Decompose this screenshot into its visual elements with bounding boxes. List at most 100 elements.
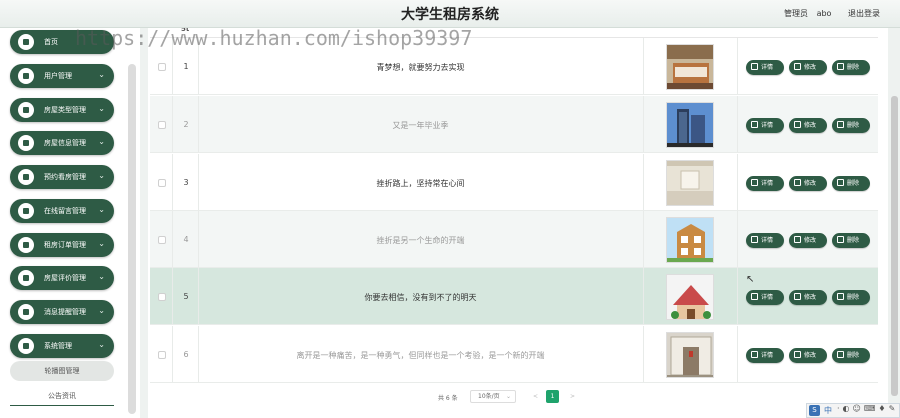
prev-page-button[interactable]: < — [529, 390, 542, 403]
ime-toolbar[interactable]: S 中 ·◐☺⌨♦✎ — [806, 403, 900, 418]
table-row[interactable]: 3 挫折路上，坚持常在心间 详情 修改 删除 — [150, 154, 878, 211]
table-row[interactable]: 6 离开是一种痛苦，是一种勇气，但同样也是一个考验，是一个新的开端 详情 修改 删除 — [150, 326, 878, 383]
delete-label: 删除 — [847, 294, 860, 301]
mouse-cursor-icon: ↖ — [746, 274, 755, 285]
delete-label: 删除 — [847, 237, 860, 244]
row-checkbox[interactable] — [158, 236, 166, 244]
column-divider — [643, 326, 644, 382]
row-title: 挫折是另一个生命的开端 — [376, 236, 465, 245]
delete-button[interactable]: 删除 — [832, 348, 870, 363]
sidebar-item-5[interactable]: 在线留言管理 ⌄ — [10, 199, 114, 223]
delete-button[interactable]: 删除 — [832, 176, 870, 191]
row-checkbox[interactable] — [158, 121, 166, 129]
delete-button[interactable]: 删除 — [832, 233, 870, 248]
edit-label: 修改 — [804, 180, 817, 187]
edit-button[interactable]: 修改 — [789, 118, 827, 133]
home-icon — [18, 34, 34, 50]
sidebar-item-1[interactable]: 用户管理 ⌄ — [10, 64, 114, 88]
row-checkbox[interactable] — [158, 293, 166, 301]
edit-button[interactable]: 修改 — [789, 290, 827, 305]
sidebar-item-3[interactable]: 房屋信息管理 ⌄ — [10, 131, 114, 155]
document-icon — [751, 121, 758, 128]
trash-icon — [837, 236, 844, 243]
row-index: 3 — [183, 178, 189, 187]
detail-button[interactable]: 详情 — [746, 118, 784, 133]
detail-button[interactable]: 详情 — [746, 60, 784, 75]
column-divider — [737, 211, 738, 267]
delete-button[interactable]: 删除 — [832, 60, 870, 75]
house-icon — [18, 135, 34, 151]
logout-link[interactable]: 退出登录 — [848, 9, 880, 18]
row-thumbnail — [666, 274, 714, 320]
ime-tool-icons[interactable]: ·◐☺⌨♦✎ — [837, 404, 898, 413]
sidebar-item-label: 租房订单管理 — [44, 241, 86, 249]
edit-label: 修改 — [804, 237, 817, 244]
column-divider — [172, 96, 173, 152]
sidebar-scrollbar[interactable] — [128, 64, 136, 414]
sidebar-item-7[interactable]: 房屋评价管理 ⌄ — [10, 266, 114, 290]
current-page-button[interactable]: 1 — [546, 390, 559, 403]
row-index: 1 — [183, 62, 189, 71]
column-divider — [737, 326, 738, 382]
main-content: 5t 1 青梦想，就要努力去实现 详情 修改 删除 2 又是一年毕业季 详情 修改 删除 3 挫折路上… — [148, 28, 898, 418]
page-size-select[interactable]: 10条/页 ⌄ — [470, 390, 516, 403]
edit-button[interactable]: 修改 — [789, 233, 827, 248]
message-icon — [18, 203, 34, 219]
row-checkbox[interactable] — [158, 63, 166, 71]
detail-label: 详情 — [761, 64, 774, 71]
row-thumbnail — [666, 44, 714, 90]
chevron-down-icon: ⌄ — [98, 340, 105, 349]
column-divider — [643, 154, 644, 210]
delete-label: 删除 — [847, 180, 860, 187]
sidebar-item-6[interactable]: 租房订单管理 ⌄ — [10, 233, 114, 257]
detail-button[interactable]: 详情 — [746, 290, 784, 305]
sidebar-item-label: 预约看房管理 — [44, 173, 86, 181]
next-page-button[interactable]: > — [566, 390, 579, 403]
detail-button[interactable]: 详情 — [746, 176, 784, 191]
pencil-icon — [794, 179, 801, 186]
chevron-down-icon: ⌄ — [98, 104, 105, 113]
document-icon — [751, 351, 758, 358]
edit-button[interactable]: 修改 — [789, 60, 827, 75]
sidebar-subitem-0[interactable]: 轮播图管理 — [10, 361, 114, 381]
table-row[interactable]: 1 青梦想，就要努力去实现 详情 修改 删除 — [150, 38, 878, 95]
sidebar-item-0[interactable]: 首页 — [10, 30, 114, 54]
row-index: 6 — [183, 350, 189, 359]
detail-label: 详情 — [761, 122, 774, 129]
chevron-down-icon: ⌄ — [98, 239, 105, 248]
sidebar-item-2[interactable]: 房屋类型管理 ⌄ — [10, 98, 114, 122]
table-row[interactable]: 2 又是一年毕业季 详情 修改 删除 — [150, 96, 878, 153]
sidebar-item-9[interactable]: 系统管理 ⌄ — [10, 334, 114, 358]
table-header: 5t — [150, 28, 878, 38]
row-checkbox[interactable] — [158, 351, 166, 359]
row-checkbox[interactable] — [158, 179, 166, 187]
pencil-icon — [794, 63, 801, 70]
sidebar-subitem-1[interactable]: 公告资讯 — [10, 386, 114, 406]
column-divider — [172, 211, 173, 267]
delete-button[interactable]: 删除 — [832, 118, 870, 133]
edit-button[interactable]: 修改 — [789, 176, 827, 191]
column-divider — [172, 38, 173, 94]
delete-label: 删除 — [847, 122, 860, 129]
sidebar-item-8[interactable]: 消息提醒管理 ⌄ — [10, 300, 114, 324]
column-divider — [737, 268, 738, 324]
table-row[interactable]: 5 你要去相信，没有到不了的明天 详情 修改 删除 — [150, 268, 878, 325]
chevron-down-icon: ⌄ — [98, 171, 105, 180]
detail-button[interactable]: 详情 — [746, 348, 784, 363]
ime-language[interactable]: 中 — [824, 405, 832, 416]
delete-button[interactable]: 删除 — [832, 290, 870, 305]
sidebar-item-4[interactable]: 预约看房管理 ⌄ — [10, 165, 114, 189]
main-scrollbar[interactable] — [891, 96, 898, 396]
edit-button[interactable]: 修改 — [789, 348, 827, 363]
row-index: 2 — [183, 120, 189, 129]
detail-button[interactable]: 详情 — [746, 233, 784, 248]
sidebar-item-label: 系统管理 — [44, 342, 72, 350]
pencil-icon — [794, 121, 801, 128]
pagination-total: 共 6 条 — [438, 395, 458, 402]
edit-label: 修改 — [804, 352, 817, 359]
table-row[interactable]: 4 挫折是另一个生命的开端 详情 修改 删除 — [150, 211, 878, 268]
trash-icon — [837, 293, 844, 300]
sidebar-item-label: 房屋类型管理 — [44, 106, 86, 114]
detail-label: 详情 — [761, 294, 774, 301]
sidebar-item-label: 房屋评价管理 — [44, 274, 86, 282]
